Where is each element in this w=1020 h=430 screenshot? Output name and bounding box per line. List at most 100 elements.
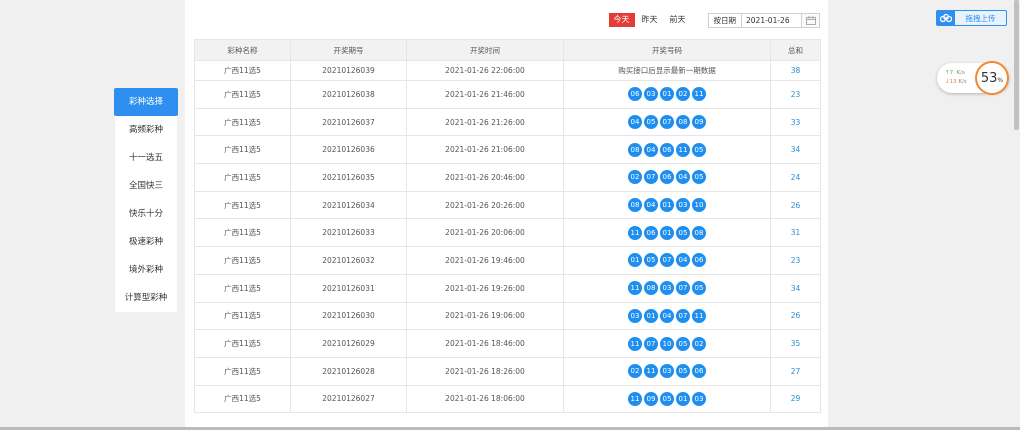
- number-ball: 11: [628, 336, 642, 351]
- number-ball: 10: [660, 336, 674, 351]
- number-ball: 03: [644, 87, 658, 102]
- sum-cell: 35: [770, 329, 821, 358]
- lottery-name-cell: 广西11选5: [194, 273, 291, 303]
- draw-time-cell: 2021-01-26 21:26:00: [406, 107, 564, 137]
- sum-cell: 23: [770, 80, 821, 109]
- download-speed-unit: K/s: [958, 79, 967, 85]
- draw-numbers-cell: 01 05 07 04 06: [563, 246, 771, 275]
- issue-number-cell: 20210126032: [290, 246, 407, 275]
- sum-cell: 31: [770, 218, 821, 248]
- table-row: 广西11选5 20210126032 2021-01-26 19:46:00 01 05…: [194, 246, 821, 275]
- issue-number-cell: 20210126037: [290, 107, 407, 137]
- nav-item[interactable]: 全国快三: [115, 172, 177, 200]
- number-ball: 11: [676, 142, 690, 157]
- nav-item[interactable]: 计算型彩种: [115, 284, 177, 312]
- draw-time-cell: 2021-01-26 21:06:00: [406, 135, 564, 165]
- sum-cell: 24: [770, 163, 821, 192]
- cpu-usage-gauge: 53%: [975, 61, 1009, 95]
- number-ball: 02: [692, 336, 706, 351]
- sum-cell: 26: [770, 301, 821, 331]
- nav-item[interactable]: 快乐十分: [115, 200, 177, 228]
- draw-time-cell: 2021-01-26 18:46:00: [406, 329, 564, 358]
- number-ball: 07: [660, 115, 674, 130]
- number-ball: 02: [676, 87, 690, 102]
- number-ball: 05: [692, 170, 706, 185]
- upload-speed: ↑7 K/s: [945, 70, 965, 76]
- lottery-name-cell: 广西11选5: [194, 218, 291, 248]
- nav-item[interactable]: 极速彩种: [115, 228, 177, 256]
- lottery-category-nav: 彩种选择 高频彩种 十一选五 全国快三 快乐十分 极速彩种 境外彩种 计算型彩种: [114, 88, 178, 312]
- calendar-icon[interactable]: [802, 12, 820, 28]
- sum-cell: 34: [770, 135, 821, 165]
- number-ball: 05: [644, 115, 658, 130]
- number-ball: 07: [676, 308, 690, 323]
- draw-numbers-cell: 11 08 03 07 05: [563, 273, 771, 303]
- table-row: 广西11选5 20210126037 2021-01-26 21:26:00 04 05…: [194, 107, 821, 137]
- day-before-button[interactable]: 前天: [665, 13, 691, 27]
- table-row: 广西11选5 20210126030 2021-01-26 19:06:00 03 01…: [194, 301, 821, 331]
- number-ball: 11: [692, 308, 706, 323]
- results-panel: 今天 昨天 前天 按日期 彩种名称 开奖期号 开奖时间 开奖号码 总和 广西11…: [185, 0, 828, 430]
- number-ball: 06: [660, 142, 674, 157]
- issue-number-cell: 20210126031: [290, 273, 407, 303]
- cpu-usage-value: 53: [980, 70, 998, 86]
- number-ball: 07: [644, 170, 658, 185]
- table-row: 广西11选5 20210126028 2021-01-26 18:26:00 02 11…: [194, 356, 821, 386]
- number-ball: 05: [692, 142, 706, 157]
- draw-time-cell: 2021-01-26 21:46:00: [406, 80, 564, 109]
- number-ball: 11: [628, 281, 642, 296]
- pending-note-cell: 购买接口后显示最新一期数据: [563, 60, 771, 81]
- lottery-name-cell: 广西11选5: [194, 246, 291, 275]
- number-ball: 11: [692, 87, 706, 102]
- scroll-thumb[interactable]: [1014, 0, 1019, 130]
- yesterday-button[interactable]: 昨天: [637, 13, 663, 27]
- draw-numbers-cell: 11 06 01 05 08: [563, 218, 771, 248]
- draw-time-cell: 2021-01-26 19:46:00: [406, 246, 564, 275]
- draw-numbers-cell: 06 03 01 02 11: [563, 80, 771, 109]
- number-ball: 06: [692, 364, 706, 379]
- draw-numbers-cell: 11 09 05 01 03: [563, 384, 771, 414]
- number-ball: 08: [644, 281, 658, 296]
- issue-number-cell: 20210126029: [290, 329, 407, 358]
- number-ball: 05: [692, 281, 706, 296]
- nav-item[interactable]: 境外彩种: [115, 256, 177, 284]
- sum-cell: 33: [770, 107, 821, 137]
- lottery-name-cell: 广西11选5: [194, 80, 291, 109]
- number-ball: 07: [676, 281, 690, 296]
- date-toolbar: 今天 昨天 前天 按日期: [607, 12, 820, 28]
- table-row: 广西11选5 20210126027 2021-01-26 18:06:00 11 09…: [194, 384, 821, 414]
- number-ball: 01: [660, 198, 674, 213]
- issue-number-cell: 20210126027: [290, 384, 407, 414]
- upload-label: 拖拽上传: [965, 13, 996, 23]
- nav-item[interactable]: 十一选五: [115, 144, 177, 172]
- date-input[interactable]: [742, 12, 802, 28]
- draw-numbers-cell: 02 07 06 04 05: [563, 163, 771, 192]
- number-ball: 04: [628, 115, 642, 130]
- number-ball: 07: [660, 253, 674, 268]
- draw-numbers-cell: 02 11 03 05 06: [563, 356, 771, 386]
- number-ball: 04: [676, 253, 690, 268]
- lottery-name-cell: 广西11选5: [194, 301, 291, 331]
- column-header: 开奖号码: [563, 39, 771, 61]
- number-ball: 06: [660, 170, 674, 185]
- draw-results-table: 彩种名称 开奖期号 开奖时间 开奖号码 总和 广西11选5 20210126039…: [194, 39, 821, 414]
- network-speed-widget[interactable]: ↑7 K/s ↓13 K/s 53%: [937, 61, 1009, 95]
- number-ball: 07: [644, 336, 658, 351]
- lottery-name-cell: 广西11选5: [194, 135, 291, 165]
- draw-numbers-cell: 08 04 01 03 10: [563, 190, 771, 220]
- page-scrollbar[interactable]: [1013, 0, 1020, 430]
- number-ball: 11: [628, 225, 642, 240]
- nav-item[interactable]: 高频彩种: [115, 116, 177, 144]
- number-ball: 01: [660, 87, 674, 102]
- number-ball: 08: [676, 115, 690, 130]
- number-ball: 05: [676, 225, 690, 240]
- number-ball: 11: [644, 364, 658, 379]
- lottery-name-cell: 广西11选5: [194, 163, 291, 192]
- table-row: 广西11选5 20210126039 2021-01-26 22:06:00 购买接口…: [194, 60, 821, 81]
- today-button[interactable]: 今天: [608, 13, 635, 27]
- table-row: 广西11选5 20210126038 2021-01-26 21:46:00 06 03…: [194, 80, 821, 109]
- nav-item[interactable]: 彩种选择: [114, 88, 178, 116]
- number-ball: 01: [628, 253, 642, 268]
- drag-upload-widget[interactable]: 拖拽上传: [936, 10, 1007, 26]
- draw-time-cell: 2021-01-26 19:26:00: [406, 273, 564, 303]
